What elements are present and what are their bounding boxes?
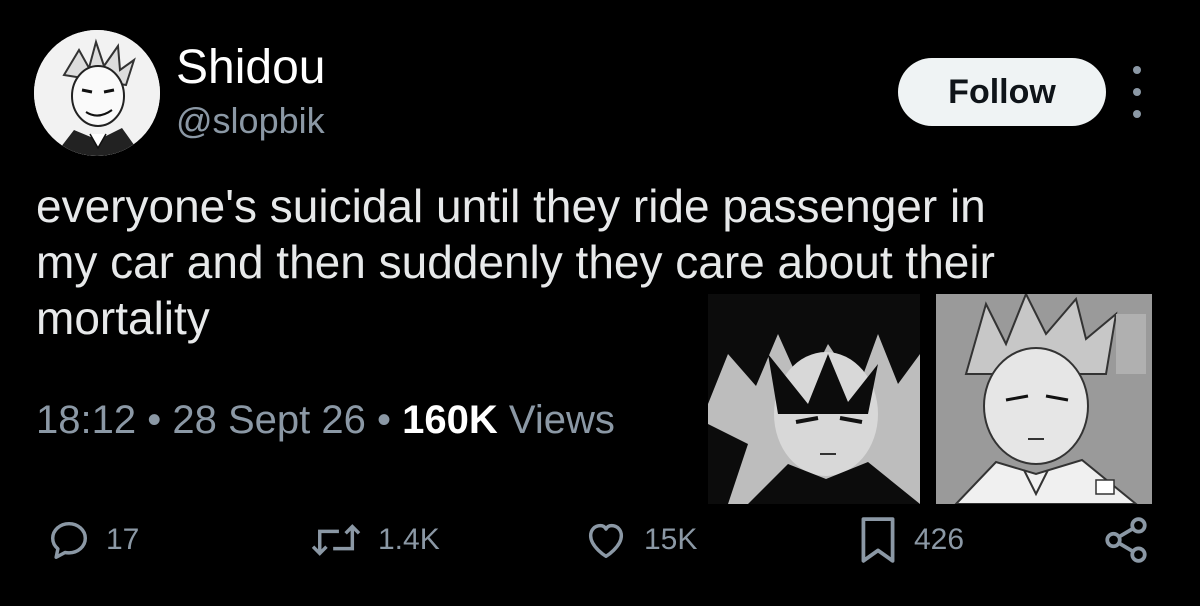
- like-button[interactable]: 15K: [582, 510, 697, 570]
- heart-icon: [588, 523, 624, 559]
- more-vertical-icon[interactable]: [1122, 66, 1152, 118]
- manga-panel-dark-hair-image: [708, 294, 920, 504]
- user-handle[interactable]: @slopbik: [176, 100, 325, 142]
- tweet-date[interactable]: 28 Sept 26: [172, 398, 366, 442]
- repost-button[interactable]: 1.4K: [310, 510, 440, 570]
- display-name[interactable]: Shidou: [176, 40, 325, 96]
- tweet-actions: 17 1.4K 15K 426: [0, 510, 1200, 570]
- bookmark-icon: [861, 517, 895, 563]
- meta-separator: •: [377, 398, 392, 442]
- manga-panel-light-hair-image: [936, 294, 1152, 504]
- follow-button[interactable]: Follow: [898, 58, 1106, 126]
- views-count: 160K: [402, 398, 498, 442]
- reply-count: 17: [106, 523, 140, 556]
- views-label: Views: [508, 398, 615, 442]
- tweet-time[interactable]: 18:12: [36, 398, 136, 442]
- avatar[interactable]: [34, 30, 160, 156]
- like-count: 15K: [644, 523, 698, 556]
- more-dot: [1133, 88, 1141, 96]
- more-dot: [1133, 110, 1141, 118]
- bookmark-count: 426: [914, 523, 965, 556]
- reply-button[interactable]: 17: [46, 510, 139, 570]
- repost-icon: [311, 524, 361, 556]
- bookmark-button[interactable]: 426: [856, 510, 964, 570]
- meta-separator: •: [147, 398, 162, 442]
- tweet-meta: 18:12 • 28 Sept 26 • 160K Views: [36, 394, 615, 446]
- share-icon: [1105, 517, 1147, 563]
- reply-icon: [50, 521, 88, 559]
- more-dot: [1133, 66, 1141, 74]
- manga-avatar-image: [34, 30, 160, 156]
- share-button[interactable]: [1098, 510, 1154, 570]
- manga-panel-light-hair: [936, 294, 1152, 504]
- repost-count: 1.4K: [378, 523, 440, 556]
- manga-panel-dark-hair: [708, 294, 920, 504]
